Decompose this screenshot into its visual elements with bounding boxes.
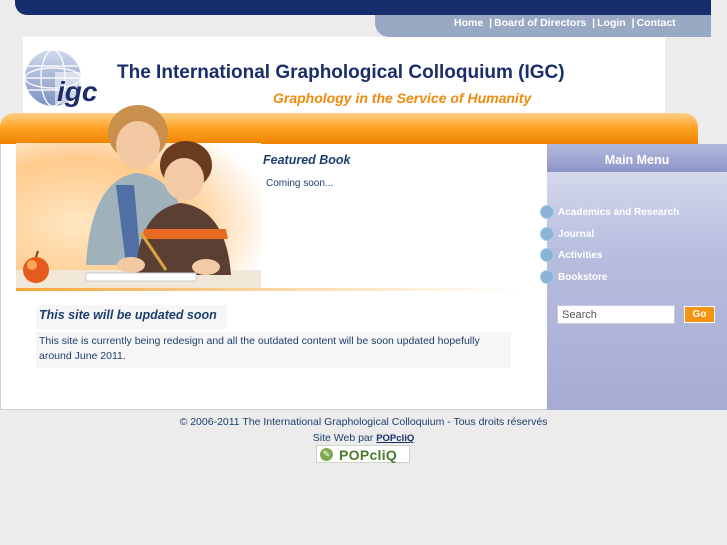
footer-credit: Site Web par POPcliQ [0,432,727,444]
nav-separator: | [489,17,493,29]
footer-copyright: © 2006-2011 The International Graphologi… [179,416,548,428]
nav-board-link[interactable]: Board of Directors [494,17,586,29]
popcliq-link[interactable]: POPcliQ [376,433,414,444]
menu-item-label: Activities [558,249,603,261]
menu-item-label: Journal [558,228,595,240]
menu-item-label: Academics and Research [558,206,680,218]
menu-item-activities[interactable]: Activities [540,248,602,262]
page: Home | Board of Directors | Login | Contact… [0,0,727,545]
main-menu-heading: Main Menu [547,144,727,172]
go-button[interactable]: Go [684,306,715,323]
menu-item-journal[interactable]: Journal [540,227,594,241]
photo-divider [16,288,519,291]
popcliq-logo-icon: ✎ [320,448,333,461]
site-header: igc The International Graphological Coll… [23,37,665,115]
nav-separator: | [592,17,596,29]
header-photo [16,105,261,290]
bullet-icon [540,248,554,262]
svg-text:igc: igc [57,76,98,107]
menu-item-bookstore[interactable]: Bookstore [540,270,607,284]
bullet-icon [540,227,554,241]
bullet-icon [540,205,554,219]
site-title: The International Graphological Colloqui… [117,62,565,83]
featured-book-heading: Featured Book [263,153,351,167]
bullet-icon [540,270,554,284]
top-bar [15,0,711,15]
nav-separator: | [631,17,635,29]
nav-login-link[interactable]: Login [597,17,626,29]
menu-item-label: Bookstore [558,271,608,283]
igc-logo-icon[interactable]: igc [23,48,99,110]
nav-home-link[interactable]: Home [454,17,483,29]
update-heading: This site will be updated soon [39,308,217,322]
nav-contact-link[interactable]: Contact [637,17,676,29]
top-nav: Home | Board of Directors | Login | Contact [454,17,676,29]
menu-item-academics[interactable]: Academics and Research [540,205,679,219]
popcliq-badge[interactable]: ✎ POPcliQ [316,445,410,463]
search-input[interactable] [557,305,675,324]
update-text: This site is currently being redesign an… [39,335,480,362]
featured-book-text: Coming soon... [266,178,334,189]
popcliq-badge-text: POPcliQ [339,447,398,463]
site-slogan: Graphology in the Service of Humanity [273,90,532,106]
footer-credit-prefix: Site Web par [312,432,374,444]
